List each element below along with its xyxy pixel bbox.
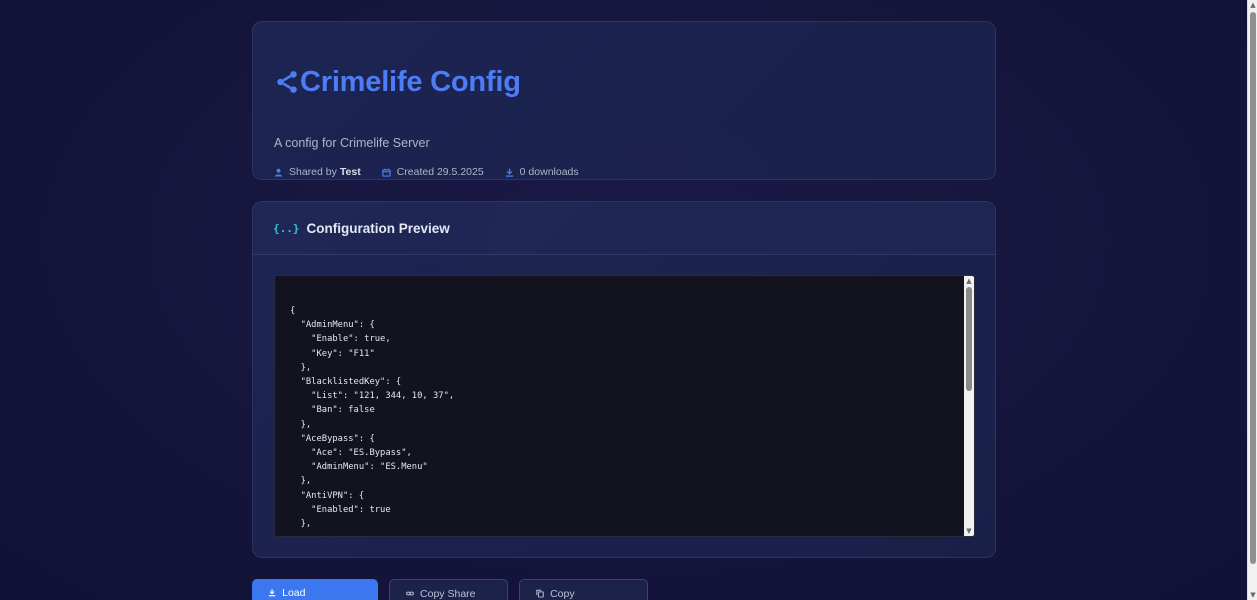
download-icon [268,589,276,597]
copy-share-url-button[interactable]: Copy Share URL [389,579,508,600]
config-code: { "AdminMenu": { "Enable": true, "Key": … [290,306,455,530]
shared-by-user: Test [339,166,361,178]
copy-configuration-label: Copy Configuration [550,588,575,600]
copy-icon [536,589,544,598]
created-text: Created 29.5.2025 [396,166,484,178]
preview-title: Configuration Preview [306,220,450,236]
code-scrollbar-thumb[interactable] [966,287,972,391]
shared-by: Shared by Test [274,166,361,178]
copy-share-url-label: Copy Share URL [420,588,476,600]
created-date: Created 29.5.2025 [382,166,484,178]
download-count: 0 downloads [505,166,579,178]
calendar-icon [382,168,391,177]
code-preview-box[interactable]: { "AdminMenu": { "Enable": true, "Key": … [274,275,975,537]
share-icon [277,71,297,93]
page-subtitle: A config for Crimelife Server [274,136,430,150]
shared-by-label: Shared by [289,166,337,178]
copy-configuration-button[interactable]: Copy Configuration [519,579,648,600]
meta-row: Shared by Test Created 29.5.2025 0 downl… [274,166,600,178]
user-icon [274,168,283,177]
link-icon [406,591,414,596]
window-scroll-down-icon[interactable]: ▼ [1248,590,1257,600]
configuration-preview-card: {..} Configuration Preview { "AdminMenu"… [252,201,996,558]
code-braces-icon: {..} [273,221,300,235]
preview-header: {..} Configuration Preview [253,202,995,255]
config-header-card: Crimelife Config A config for Crimelife … [252,21,996,180]
window-scroll-up-icon[interactable]: ▲ [1248,0,1257,10]
scroll-down-arrow-icon[interactable]: ▼ [964,526,974,536]
page-title: Crimelife Config [300,66,521,98]
load-configuration-button[interactable]: Load Configuration [252,579,378,600]
window-scrollbar-thumb[interactable] [1250,12,1256,564]
scroll-up-arrow-icon[interactable]: ▲ [964,276,974,286]
load-configuration-label: Load Configuration [282,587,344,600]
action-buttons: Load Configuration Copy Share URL Copy C… [252,579,659,600]
code-scrollbar[interactable]: ▲ ▼ [964,276,974,536]
download-icon [505,168,513,177]
window-scrollbar[interactable]: ▲ ▼ [1247,0,1257,600]
downloads-text: 0 downloads [519,166,579,178]
title-row: Crimelife Config [274,62,521,102]
